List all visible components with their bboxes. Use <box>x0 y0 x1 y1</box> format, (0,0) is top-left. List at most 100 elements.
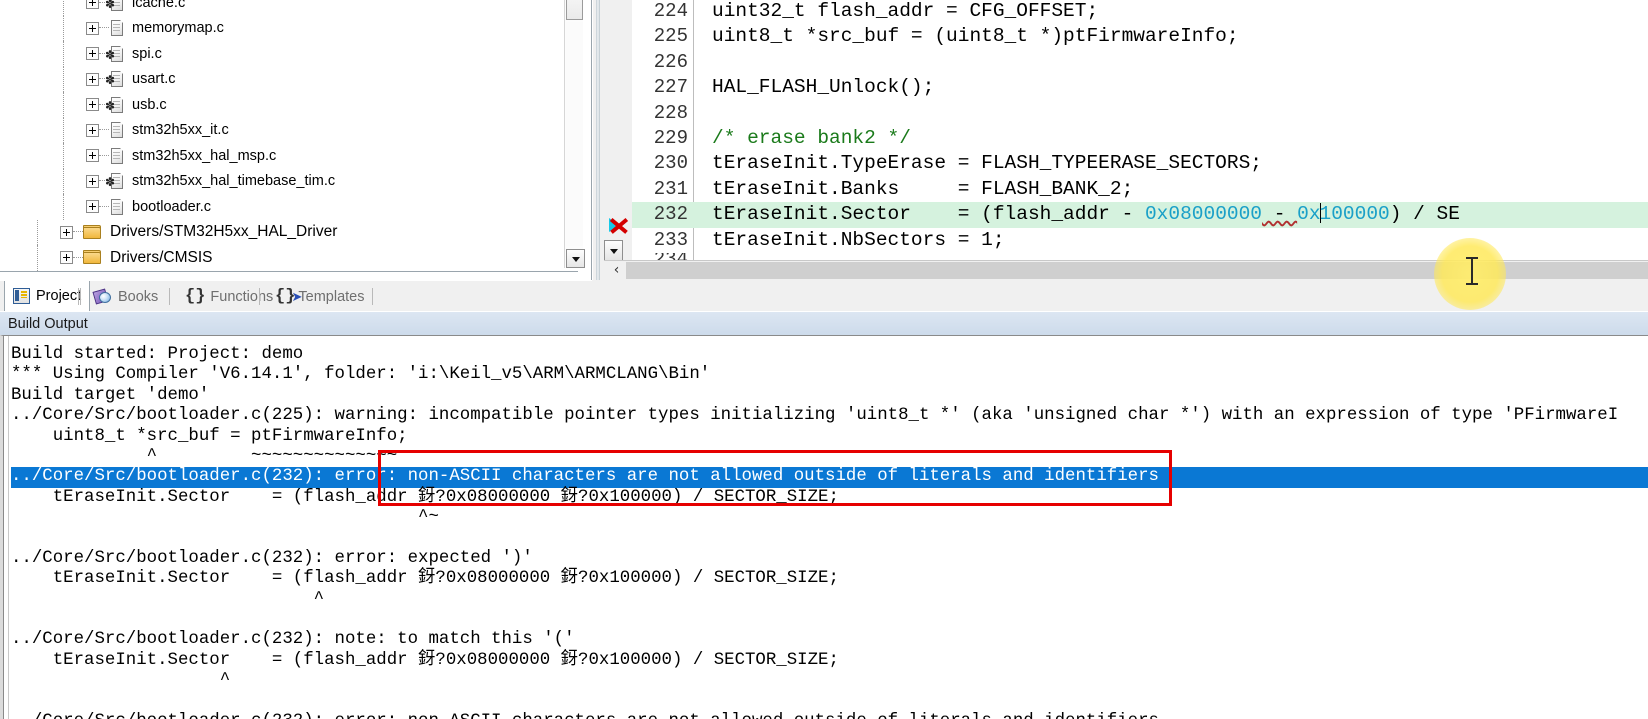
tree-item-spi-c[interactable]: ✽ spi.c <box>0 41 565 67</box>
build-output-line[interactable]: Build started: Project: demo <box>11 345 1648 365</box>
code-line-226[interactable]: 226 <box>632 50 1648 75</box>
build-output-panel[interactable]: Build started: Project: demo *** Using Co… <box>0 335 1648 719</box>
hscroll-track[interactable] <box>626 262 1648 279</box>
tree-item-icache-c[interactable]: ✽ icache.c <box>0 0 565 16</box>
file-icon <box>109 19 124 37</box>
build-output-line[interactable]: uint8_t *src_buf = ptFirmwareInfo; <box>11 427 1648 447</box>
build-output-line[interactable]: tEraseInit.Sector = (flash_addr 釾?0x0800… <box>11 651 1648 671</box>
expand-plus-icon[interactable] <box>86 0 99 10</box>
books-icon <box>92 288 113 305</box>
tree-item-label: stm32h5xx_hal_timebase_tim.c <box>132 173 336 190</box>
build-output-line-text: ^ ~~~~~~~~~~~~~~ <box>11 446 398 466</box>
build-output-line[interactable] <box>11 692 1648 712</box>
tree-item-drivers-cmsis[interactable]: Drivers/CMSIS <box>0 245 565 271</box>
code-line-232[interactable]: 232 tEraseInit.Sector = (flash_addr - 0x0… <box>632 202 1648 228</box>
tab-functions[interactable]: {} Functions <box>177 282 281 311</box>
code-line-230[interactable]: 230 tEraseInit.TypeErase = FLASH_TYPEERAS… <box>632 151 1648 176</box>
line-number: 224 <box>653 0 688 22</box>
tree-item-memorymap-c[interactable]: memorymap.c <box>0 15 565 41</box>
build-output-line[interactable]: *** Using Compiler 'V6.14.1', folder: 'i… <box>11 365 1648 385</box>
line-number: 231 <box>653 177 688 200</box>
code-editor[interactable]: 223uint32_t SectorError;224uint32_t flas… <box>604 0 1648 280</box>
tree-connector <box>99 154 109 157</box>
expand-plus-icon[interactable] <box>60 251 73 265</box>
build-output-title-bar: Build Output <box>0 311 1648 335</box>
tree-item-usb-c[interactable]: ✽ usb.c <box>0 92 565 118</box>
build-output-line[interactable]: tEraseInit.Sector = (flash_addr 釾?0x0800… <box>11 488 1648 508</box>
expand-plus-icon[interactable] <box>86 98 99 112</box>
line-number: 233 <box>653 228 688 251</box>
code-line-225[interactable]: 225 uint8_t *src_buf = (uint8_t *)ptFirmw… <box>632 24 1648 49</box>
tree-item-label: icache.c <box>132 0 186 11</box>
build-output-line[interactable]: ../Core/Src/bootloader.c(232): error: no… <box>11 712 1648 719</box>
scrollbar-thumb[interactable] <box>566 0 583 20</box>
line-number: 230 <box>653 152 688 175</box>
build-output-line[interactable]: ^ <box>11 671 1648 691</box>
build-output-line-text: ^ <box>11 671 231 691</box>
build-output-line[interactable]: tEraseInit.Sector = (flash_addr 釾?0x0800… <box>11 569 1648 589</box>
top-area: ✽ icache.c memorymap.c ✽ spi.c ✽ usart.c ✽ usb.c… <box>0 0 1648 310</box>
tree-connector <box>73 231 83 233</box>
code-text: /* erase bank2 */ <box>712 126 911 149</box>
build-output-title-label: Build Output <box>8 315 88 332</box>
code-line-231[interactable]: 231 tEraseInit.Banks = FLASH_BANK_2; <box>632 177 1648 202</box>
expand-plus-icon[interactable] <box>86 149 99 163</box>
editor-code-area[interactable]: 223uint32_t SectorError;224uint32_t flas… <box>632 0 1648 267</box>
tab-templates[interactable]: {} ➤ Templates <box>267 282 373 311</box>
scroll-left-arrow-icon[interactable]: ‹ <box>608 261 625 280</box>
build-output-line-text: ../Core/Src/bootloader.c(232): error: no… <box>11 712 1159 719</box>
editor-horizontal-scrollbar[interactable]: ‹ <box>604 260 1648 280</box>
tree-item-label: usb.c <box>132 96 167 113</box>
file-modified-icon: ✽ <box>105 44 124 63</box>
tree-item-usart-c[interactable]: ✽ usart.c <box>0 66 565 92</box>
build-output-line[interactable]: ../Core/Src/bootloader.c(225): warning: … <box>11 406 1648 426</box>
project-tree[interactable]: ✽ icache.c memorymap.c ✽ spi.c ✽ usart.c ✽ usb.c… <box>0 0 565 271</box>
code-line-228[interactable]: 228 <box>632 101 1648 126</box>
expand-plus-icon[interactable] <box>86 21 99 35</box>
build-output-selected-line[interactable]: ../Core/Src/bootloader.c(232): error: no… <box>11 467 1648 488</box>
build-output-line[interactable]: ^~ <box>11 508 1648 528</box>
build-output-line[interactable]: ^ ~~~~~~~~~~~~~~ <box>11 447 1648 467</box>
tree-indent-guide <box>63 168 65 194</box>
code-line-224[interactable]: 224 uint32_t flash_addr = CFG_OFFSET; <box>632 0 1648 24</box>
editor-scroll-down-arrow-icon[interactable] <box>604 240 623 262</box>
expand-plus-icon[interactable] <box>86 123 99 137</box>
scrollbar-track[interactable] <box>566 22 583 246</box>
expand-plus-icon[interactable] <box>86 72 99 86</box>
tree-item-label: spi.c <box>132 45 162 62</box>
tab-label: Functions <box>210 288 274 305</box>
expand-plus-icon[interactable] <box>86 200 99 214</box>
tab-books[interactable]: Books <box>86 282 166 311</box>
tab-separator <box>80 288 81 305</box>
build-output-text[interactable]: Build started: Project: demo *** Using Co… <box>11 345 1648 719</box>
code-line-233[interactable]: 233 tEraseInit.NbSectors = 1; <box>632 228 1648 253</box>
code-line-227[interactable]: 227 HAL_FLASH_Unlock(); <box>632 75 1648 100</box>
tree-indent-guide <box>63 15 65 41</box>
tree-item-stm32h5xx-hal-msp-c[interactable]: stm32h5xx_hal_msp.c <box>0 143 565 169</box>
tree-indent-guide <box>37 219 39 245</box>
project-panel-tabs[interactable]: Project Books {} Functions{} ➤ Templates <box>0 280 592 312</box>
expand-plus-icon[interactable] <box>60 225 73 239</box>
panel-bottom-edge <box>0 271 578 272</box>
build-output-line[interactable]: ../Core/Src/bootloader.c(232): note: to … <box>11 630 1648 650</box>
code-line-229[interactable]: 229 /* erase bank2 */ <box>632 126 1648 151</box>
build-output-line[interactable]: ^ <box>11 590 1648 610</box>
tree-item-drivers-stm32h5xx-hal-driver[interactable]: Drivers/STM32H5xx_HAL_Driver <box>0 219 565 245</box>
build-output-line[interactable]: Build target 'demo' <box>11 386 1648 406</box>
file-icon <box>109 121 124 139</box>
tree-indent-guide <box>63 66 65 92</box>
expand-plus-icon[interactable] <box>86 47 99 61</box>
tree-item-stm32h5xx-it-c[interactable]: stm32h5xx_it.c <box>0 117 565 143</box>
line-number: 226 <box>653 50 688 73</box>
project-tree-scrollbar[interactable] <box>564 0 585 268</box>
build-output-line[interactable] <box>11 610 1648 630</box>
build-output-line-text: Build target 'demo' <box>11 385 210 405</box>
tree-item-bootloader-c[interactable]: bootloader.c <box>0 194 565 220</box>
tree-item-stm32h5xx-hal-timebase-tim-c[interactable]: ✽ stm32h5xx_hal_timebase_tim.c <box>0 168 565 194</box>
scroll-down-arrow-icon[interactable] <box>566 249 585 268</box>
tab-separator <box>169 288 170 305</box>
build-output-line[interactable]: ../Core/Src/bootloader.c(232): error: ex… <box>11 549 1648 569</box>
build-output-line[interactable] <box>11 529 1648 549</box>
build-output-line-text: tEraseInit.Sector = (flash_addr 釾?0x0800… <box>11 569 839 589</box>
expand-plus-icon[interactable] <box>86 174 99 188</box>
